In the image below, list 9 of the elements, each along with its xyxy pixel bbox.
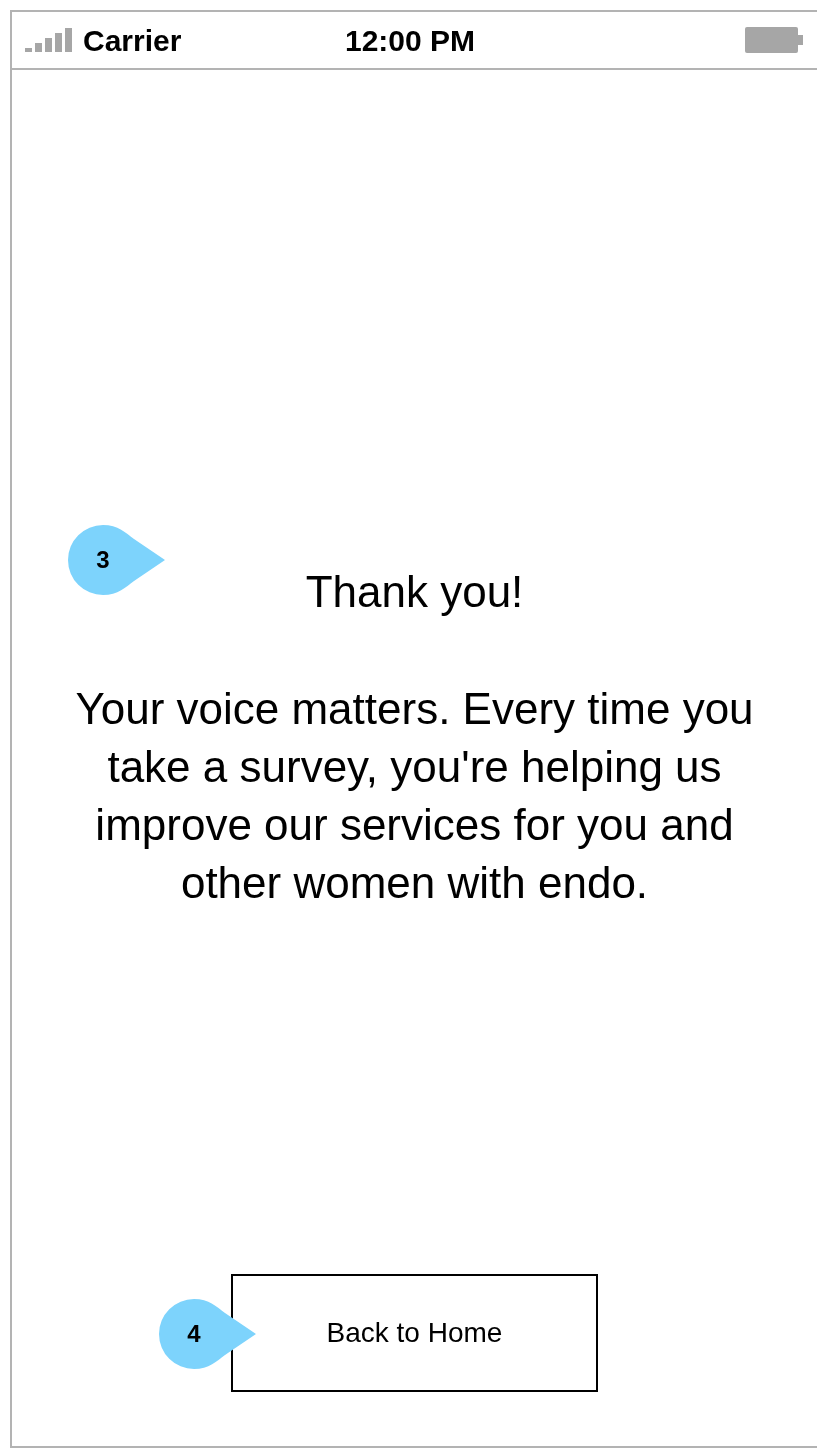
battery-icon <box>745 27 803 53</box>
thank-you-message: Your voice matters. Every time you take a survey, you're helping us improve our services for you and other women with endo. <box>74 683 755 909</box>
thank-you-heading: Thank you! <box>305 566 524 618</box>
status-time: 12:00 PM <box>345 22 476 59</box>
callout-badge: 3 <box>68 525 165 595</box>
signal-icon <box>25 28 73 52</box>
back-to-home-button[interactable]: Back to Home <box>231 1274 598 1392</box>
carrier-name: Carrier <box>83 22 182 59</box>
callout-badge: 4 <box>159 1299 256 1369</box>
